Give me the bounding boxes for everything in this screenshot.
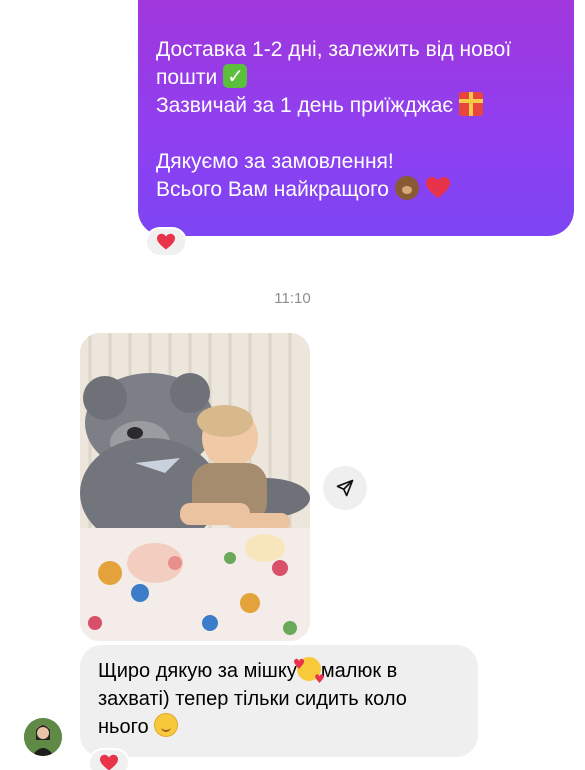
- photo-image: [80, 333, 310, 641]
- sent-message-line: пошти: [156, 62, 554, 92]
- message-timestamp: 11:10: [274, 290, 311, 307]
- sender-avatar[interactable]: [24, 718, 62, 756]
- heart-reaction-badge[interactable]: [145, 227, 187, 257]
- bear-emoji-icon: [394, 176, 419, 200]
- received-message-bubble[interactable]: Щиро дякую за мішку малюк в захваті) тепе…: [80, 645, 478, 757]
- smiling-face-with-hearts-emoji-icon: [293, 651, 325, 693]
- received-photo[interactable]: [80, 333, 310, 641]
- avatar-image: [24, 718, 62, 756]
- smiling-face-emoji-icon: [154, 713, 179, 737]
- red-heart-reaction-icon: [157, 233, 175, 250]
- red-heart-emoji-icon: [425, 176, 451, 200]
- gift-emoji-icon: [459, 92, 483, 116]
- received-message-text: малюк в: [320, 660, 398, 682]
- red-heart-reaction-icon: [100, 754, 118, 770]
- received-message-text: захваті) тепер тільки сидить коло: [98, 688, 407, 710]
- received-message-line: нього: [98, 713, 460, 741]
- check-mark-emoji-icon: [223, 62, 248, 90]
- sent-message-text: Всього Вам найкращого: [156, 178, 389, 201]
- sent-message-line: Доставка 1-2 дні, залежить від нової: [156, 36, 554, 64]
- sent-message-line: Дякуємо за замовлення!: [156, 148, 554, 176]
- heart-reaction-badge[interactable]: [88, 748, 130, 770]
- sent-message-text: Доставка 1-2 дні, залежить від нової: [156, 38, 512, 61]
- sent-message-bubble[interactable]: Доставка 1-2 дні, залежить від нової пош…: [138, 0, 574, 236]
- share-button[interactable]: [323, 466, 367, 510]
- received-message-text: нього: [98, 716, 149, 738]
- received-message-text: Щиро дякую за мішку: [98, 660, 297, 682]
- sent-message-line: Зазвичай за 1 день приїжджає: [156, 92, 554, 120]
- sent-message-text: Дякуємо за замовлення!: [156, 150, 394, 173]
- share-arrow-icon: [336, 479, 354, 497]
- sent-message-line: Всього Вам найкращого: [156, 176, 554, 204]
- sent-message-text: Зазвичай за 1 день приїжджає: [156, 94, 454, 117]
- received-message-line: Щиро дякую за мішку малюк в: [98, 651, 460, 693]
- sent-message-text: пошти: [156, 66, 218, 89]
- received-message-line: захваті) тепер тільки сидить коло: [98, 685, 460, 713]
